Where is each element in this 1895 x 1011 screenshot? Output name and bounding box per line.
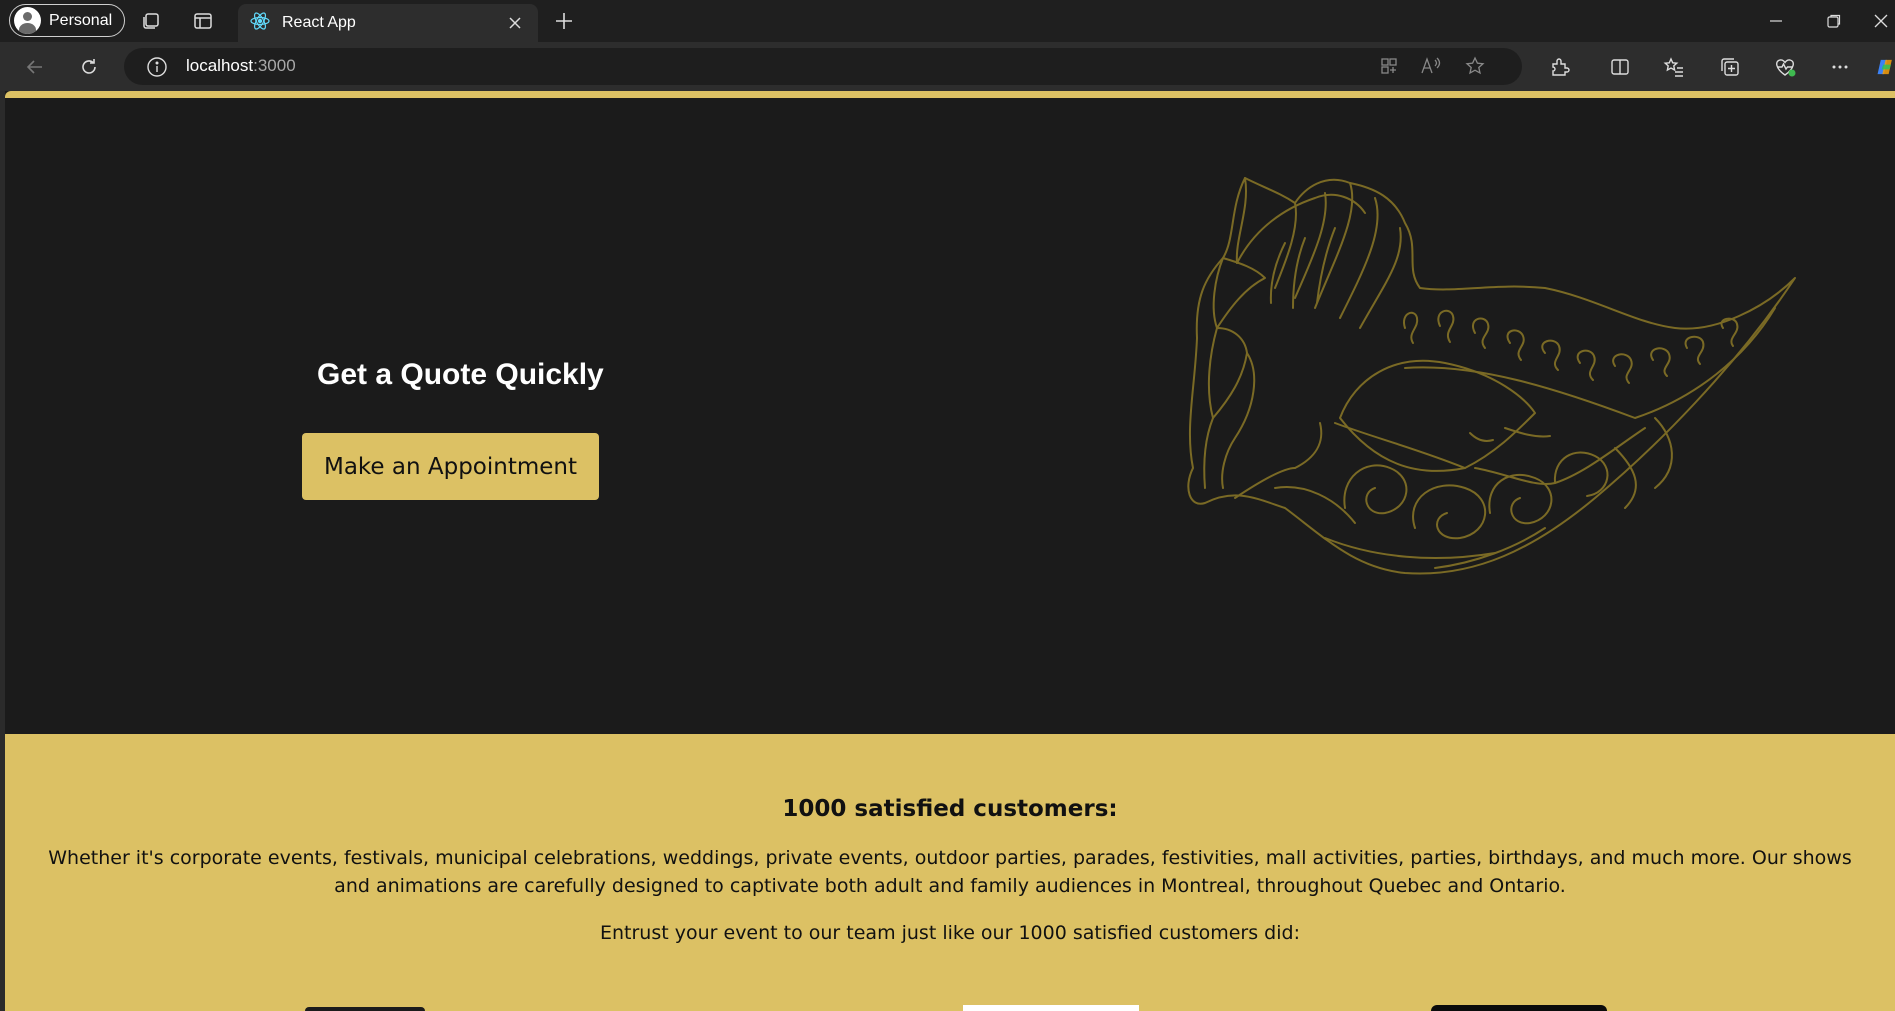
- make-appointment-button[interactable]: Make an Appointment: [302, 433, 599, 500]
- refresh-icon[interactable]: [74, 52, 104, 82]
- favorites-icon[interactable]: [1659, 52, 1689, 82]
- address-bar[interactable]: localhost:3000: [124, 48, 1522, 85]
- react-icon: [250, 11, 270, 36]
- title-bar: Personal React App: [0, 0, 1895, 42]
- back-icon[interactable]: [20, 52, 50, 82]
- favorite-star-icon[interactable]: [1460, 51, 1490, 81]
- customers-heading: 1000 satisfied customers:: [782, 796, 1118, 822]
- restore-icon[interactable]: [1814, 6, 1854, 36]
- avatar: [14, 7, 41, 34]
- hero-section: Get a Quote Quickly Make an Appointment: [5, 98, 1895, 734]
- app-available-icon[interactable]: [1374, 51, 1404, 81]
- customers-section: 1000 satisfied customers: Whether it's c…: [5, 734, 1895, 1011]
- client-logo: [1431, 1005, 1607, 1011]
- client-logo: [305, 1007, 425, 1011]
- read-aloud-icon[interactable]: [1416, 51, 1446, 81]
- url-port: :3000: [253, 56, 296, 75]
- browser-essentials-icon[interactable]: [1770, 52, 1800, 82]
- masquerade-mask-illustration: [1187, 177, 1796, 575]
- customers-description: Whether it's corporate events, festivals…: [48, 847, 1852, 897]
- tab-actions-icon[interactable]: [190, 8, 216, 34]
- browser-toolbar: localhost:3000: [0, 42, 1895, 91]
- new-tab-icon[interactable]: [551, 8, 577, 34]
- more-icon[interactable]: [1825, 52, 1855, 82]
- profile-button[interactable]: Personal: [9, 4, 126, 37]
- customers-entrust-text: Entrust your event to our team just like…: [600, 922, 1300, 944]
- close-icon[interactable]: [504, 12, 526, 34]
- window-close-icon[interactable]: [1866, 6, 1895, 36]
- split-screen-icon[interactable]: [1605, 52, 1635, 82]
- collections-icon[interactable]: [1715, 52, 1745, 82]
- active-tab[interactable]: React App: [238, 4, 538, 42]
- hero-title: Get a Quote Quickly: [317, 358, 604, 391]
- page-content: Get a Quote Quickly Make an Appointment: [5, 91, 1895, 1011]
- url-host: localhost: [186, 56, 254, 75]
- info-icon[interactable]: [146, 56, 168, 78]
- minimize-icon[interactable]: [1756, 6, 1796, 36]
- workspaces-icon[interactable]: [138, 8, 164, 34]
- extensions-icon[interactable]: [1545, 52, 1575, 82]
- tab-title: React App: [282, 14, 356, 31]
- url-text[interactable]: localhost:3000: [186, 56, 296, 76]
- profile-label: Personal: [49, 11, 113, 29]
- client-logo: [963, 1005, 1139, 1011]
- copilot-icon[interactable]: [1876, 52, 1895, 82]
